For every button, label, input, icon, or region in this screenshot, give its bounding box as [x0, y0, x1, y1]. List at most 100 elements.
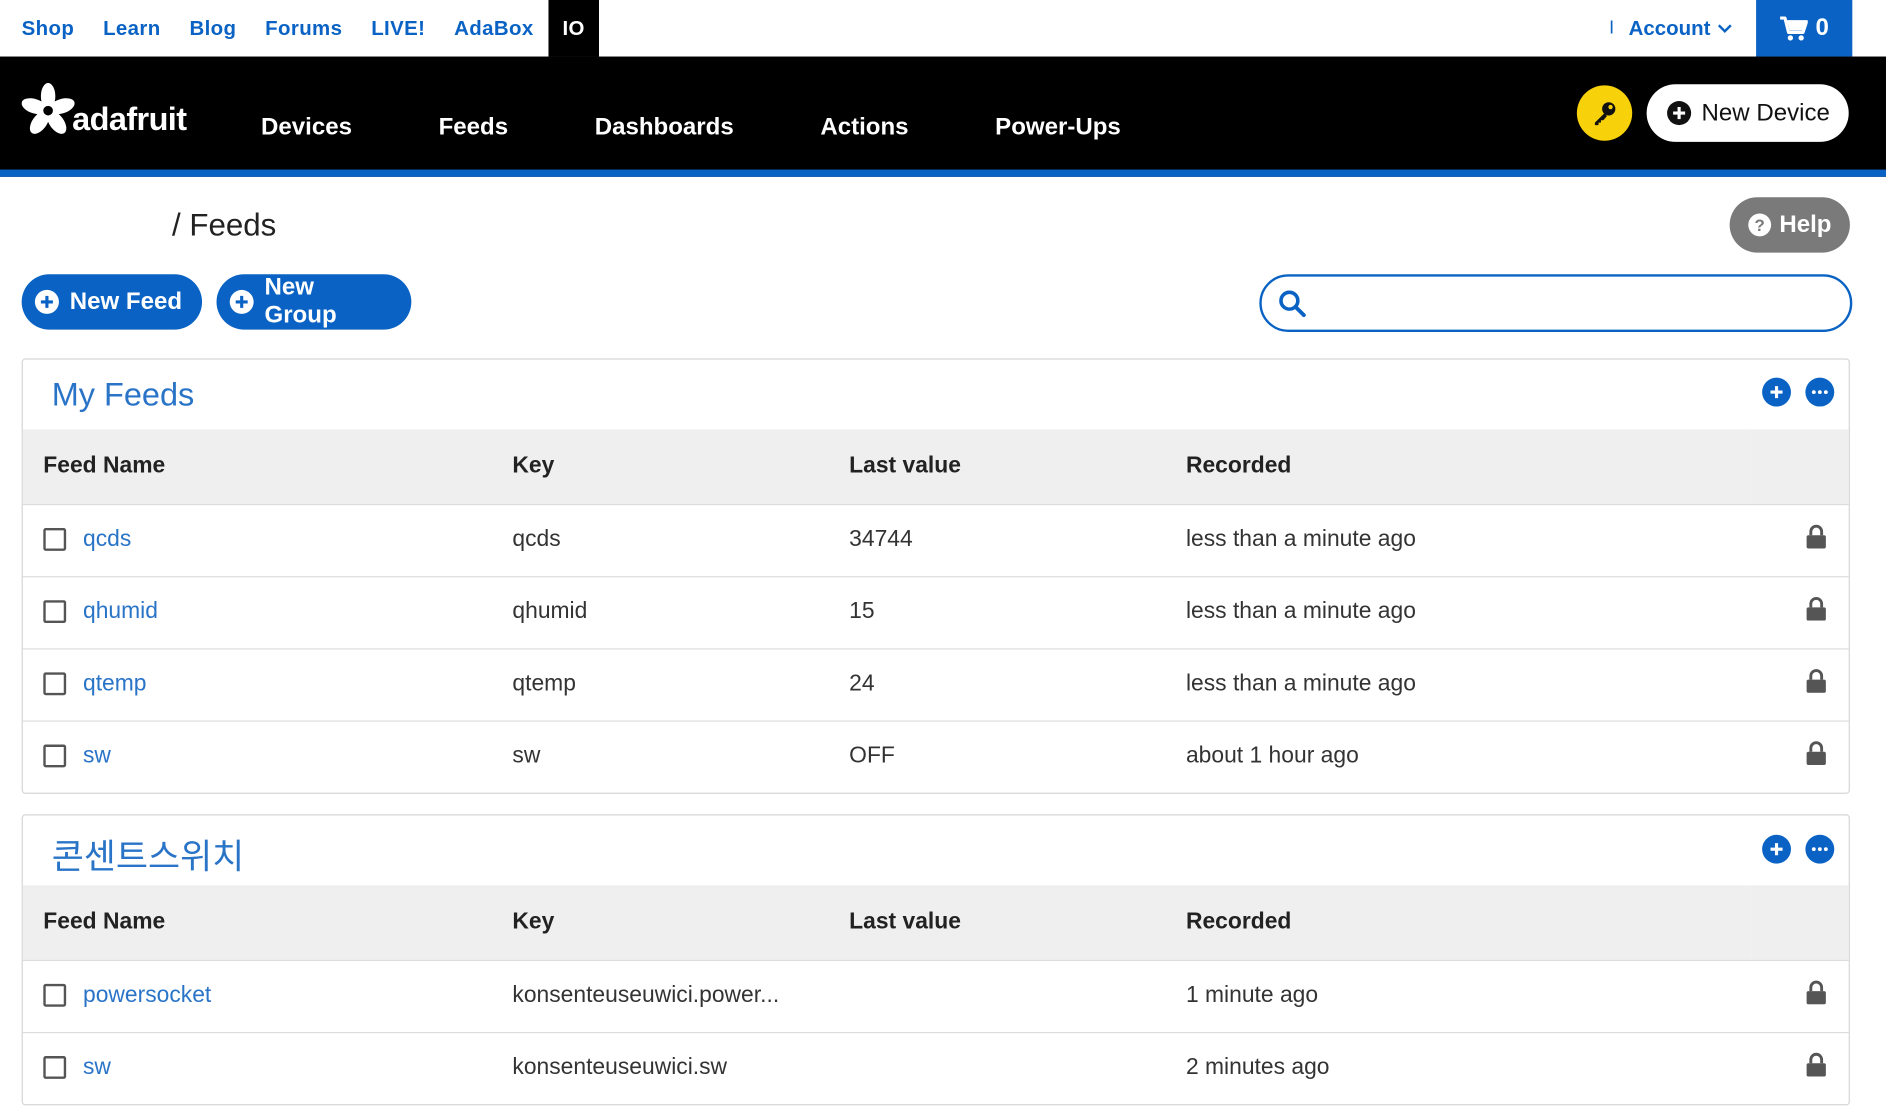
- column-header-feed-name[interactable]: Feed Name: [23, 429, 513, 504]
- lock-icon[interactable]: [1805, 741, 1827, 765]
- feed-recorded: less than a minute ago: [1185, 647, 1752, 721]
- feed-last-value: [849, 959, 1186, 1033]
- feed-group-panel: My Feeds Feed Name Key Last value Record…: [21, 358, 1850, 794]
- nav-link-forums[interactable]: Forums: [251, 0, 357, 57]
- main-nav: Devices Feeds Dashboards Actions Power-U…: [261, 114, 1207, 142]
- cart-button[interactable]: 0: [1756, 0, 1853, 57]
- main-nav-power-ups[interactable]: Power-Ups: [995, 114, 1121, 142]
- main-nav-devices[interactable]: Devices: [261, 114, 352, 142]
- search-box: [1259, 274, 1853, 332]
- account-label: Account: [1628, 16, 1711, 40]
- main-nav-feeds[interactable]: Feeds: [439, 114, 509, 142]
- main-header: adafruit Devices Feeds Dashboards Action…: [0, 56, 1886, 177]
- column-header-last-value[interactable]: Last value: [849, 885, 1186, 960]
- feed-name-link[interactable]: qtemp: [83, 671, 147, 696]
- lock-icon[interactable]: [1805, 980, 1827, 1005]
- nav-link-adabox[interactable]: AdaBox: [440, 0, 548, 57]
- feed-recorded: 2 minutes ago: [1185, 1031, 1752, 1104]
- feed-key: konsenteuseuwici.power...: [512, 959, 850, 1033]
- feed-last-value: 34744: [849, 503, 1186, 577]
- nav-link-learn[interactable]: Learn: [89, 0, 175, 57]
- column-header-recorded[interactable]: Recorded: [1186, 885, 1751, 960]
- feed-name-link[interactable]: qhumid: [83, 599, 158, 624]
- feed-group-title[interactable]: 콘센트스위치: [52, 829, 245, 880]
- main-nav-dashboards[interactable]: Dashboards: [595, 114, 734, 142]
- column-header-recorded[interactable]: Recorded: [1186, 429, 1751, 504]
- feed-key: qhumid: [512, 575, 850, 649]
- add-feed-to-group-button[interactable]: [1762, 834, 1791, 864]
- lock-icon[interactable]: [1805, 524, 1827, 549]
- column-header-key[interactable]: Key: [512, 429, 849, 504]
- cart-count: 0: [1815, 14, 1829, 41]
- feed-group-header: 콘센트스위치: [23, 815, 1849, 885]
- main-nav-actions[interactable]: Actions: [820, 114, 908, 142]
- top-nav-right: I Account 0: [1609, 0, 1886, 57]
- feed-name-link[interactable]: sw: [83, 743, 111, 768]
- nav-link-io[interactable]: IO: [548, 0, 600, 57]
- row-checkbox[interactable]: [43, 1056, 67, 1080]
- logo-text: adafruit: [72, 101, 187, 138]
- feed-recorded: about 1 hour ago: [1185, 719, 1752, 793]
- feed-group-title[interactable]: My Feeds: [52, 376, 195, 413]
- feed-group-panel: 콘센트스위치 Feed Name Key Last value Recorded: [21, 814, 1850, 1105]
- new-group-label: New Group: [264, 274, 337, 329]
- feed-recorded: 1 minute ago: [1185, 959, 1752, 1033]
- feed-recorded: less than a minute ago: [1185, 575, 1752, 649]
- chevron-down-icon: [1717, 23, 1732, 33]
- lock-icon[interactable]: [1805, 1052, 1827, 1077]
- lock-icon[interactable]: [1805, 597, 1827, 621]
- new-device-button[interactable]: New Device: [1646, 84, 1849, 142]
- nav-link-shop[interactable]: Shop: [7, 0, 88, 57]
- plus-circle-icon: [34, 289, 59, 314]
- feed-name-link[interactable]: sw: [83, 1055, 111, 1080]
- feed-group-header: My Feeds: [23, 360, 1849, 430]
- adafruit-star-logo: [21, 82, 75, 134]
- top-nav: Shop Learn Blog Forums LIVE! AdaBox IO I…: [0, 0, 1886, 57]
- new-feed-button[interactable]: New Feed: [21, 274, 203, 330]
- group-more-button[interactable]: [1805, 377, 1835, 407]
- feed-name-link[interactable]: qcds: [83, 527, 131, 552]
- new-device-label: New Device: [1701, 99, 1830, 126]
- column-header-privacy: [1751, 885, 1848, 960]
- nav-separator: I: [1609, 18, 1615, 39]
- table-row: qhumid qhumid 15 less than a minute ago: [22, 575, 1849, 649]
- row-checkbox[interactable]: [43, 984, 67, 1008]
- row-checkbox[interactable]: [43, 672, 67, 696]
- column-header-last-value[interactable]: Last value: [849, 429, 1186, 504]
- feed-last-value: 24: [849, 647, 1186, 721]
- nav-link-blog[interactable]: Blog: [175, 0, 251, 57]
- lock-icon[interactable]: [1805, 669, 1827, 693]
- help-label: Help: [1779, 211, 1832, 238]
- row-checkbox[interactable]: [43, 745, 67, 768]
- new-feed-label: New Feed: [69, 288, 183, 315]
- new-group-button[interactable]: New Group: [216, 274, 412, 330]
- feed-last-value: 15: [849, 575, 1186, 649]
- plus-icon: [1770, 386, 1783, 399]
- help-button[interactable]: ? Help: [1729, 197, 1850, 253]
- column-header-privacy: [1751, 429, 1848, 504]
- question-circle-icon: ?: [1748, 213, 1772, 237]
- nav-link-live[interactable]: LIVE!: [357, 0, 440, 57]
- search-icon: [1279, 290, 1306, 318]
- column-header-key[interactable]: Key: [512, 885, 849, 960]
- feeds-table: Feed Name Key Last value Recorded qcds q…: [22, 429, 1849, 793]
- account-menu[interactable]: Account: [1629, 16, 1732, 40]
- group-more-button[interactable]: [1805, 834, 1835, 864]
- feed-name-link[interactable]: powersocket: [83, 983, 211, 1008]
- key-button[interactable]: [1576, 85, 1633, 141]
- table-row: sw sw OFF about 1 hour ago: [22, 719, 1849, 793]
- table-row: qcds qcds 34744 less than a minute ago: [22, 503, 1849, 577]
- feed-recorded: less than a minute ago: [1185, 503, 1752, 577]
- column-header-feed-name[interactable]: Feed Name: [23, 885, 513, 960]
- plus-circle-icon: [229, 289, 254, 314]
- table-header-row: Feed Name Key Last value Recorded: [22, 429, 1849, 504]
- feed-key: qcds: [512, 503, 850, 577]
- adafruit-logo[interactable]: adafruit: [21, 82, 187, 138]
- row-checkbox[interactable]: [43, 528, 67, 552]
- row-checkbox[interactable]: [43, 600, 67, 624]
- more-icon: [1811, 847, 1828, 852]
- add-feed-to-group-button[interactable]: [1762, 377, 1791, 407]
- feed-last-value: OFF: [849, 719, 1186, 793]
- search-input[interactable]: [1315, 280, 1826, 326]
- breadcrumb: / Feeds: [172, 206, 277, 243]
